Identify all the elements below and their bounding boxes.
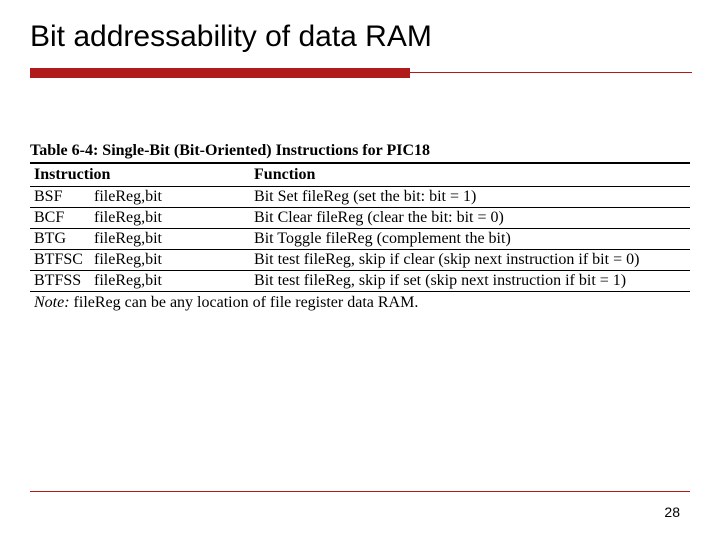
table-row: BTFSC fileReg,bit Bit test fileReg, skip… (30, 250, 690, 271)
footer-rule (30, 491, 690, 492)
note-text: fileReg can be any location of file regi… (70, 294, 419, 311)
title-area: Bit addressability of data RAM (0, 0, 720, 82)
slide-title: Bit addressability of data RAM (30, 20, 720, 54)
title-underline (30, 64, 720, 82)
cell-mnemonic: BTG (30, 229, 90, 250)
table-header-row: Instruction Function (30, 164, 690, 187)
table-note: Note: fileReg can be any location of fil… (30, 291, 690, 312)
cell-mnemonic: BTFSS (30, 271, 90, 292)
table-row: BTFSS fileReg,bit Bit test fileReg, skip… (30, 271, 690, 292)
table-row: BTG fileReg,bit Bit Toggle fileReg (comp… (30, 229, 690, 250)
cell-args: fileReg,bit (90, 250, 250, 271)
table-caption: Table 6-4: Single-Bit (Bit-Oriented) Ins… (30, 142, 430, 159)
col-header-function: Function (250, 164, 690, 187)
instruction-table-wrap: Table 6-4: Single-Bit (Bit-Oriented) Ins… (30, 142, 690, 312)
cell-function: Bit Clear fileReg (clear the bit: bit = … (250, 208, 690, 229)
cell-mnemonic: BCF (30, 208, 90, 229)
cell-mnemonic: BSF (30, 187, 90, 208)
cell-function: Bit test fileReg, skip if clear (skip ne… (250, 250, 690, 271)
underline-thick (30, 68, 410, 78)
cell-mnemonic: BTFSC (30, 250, 90, 271)
table-row: BCF fileReg,bit Bit Clear fileReg (clear… (30, 208, 690, 229)
page-number: 28 (664, 504, 680, 520)
table-caption-row: Table 6-4: Single-Bit (Bit-Oriented) Ins… (30, 142, 690, 164)
cell-args: fileReg,bit (90, 229, 250, 250)
cell-args: fileReg,bit (90, 208, 250, 229)
cell-function: Bit test fileReg, skip if set (skip next… (250, 271, 690, 292)
note-label: Note: (34, 294, 70, 311)
underline-thin (410, 72, 692, 73)
table-row: BSF fileReg,bit Bit Set fileReg (set the… (30, 187, 690, 208)
slide: Bit addressability of data RAM Table 6-4… (0, 0, 720, 540)
cell-args: fileReg,bit (90, 271, 250, 292)
instruction-table: Instruction Function BSF fileReg,bit Bit… (30, 164, 690, 291)
cell-function: Bit Toggle fileReg (complement the bit) (250, 229, 690, 250)
cell-function: Bit Set fileReg (set the bit: bit = 1) (250, 187, 690, 208)
cell-args: fileReg,bit (90, 187, 250, 208)
col-header-instruction: Instruction (30, 164, 250, 187)
